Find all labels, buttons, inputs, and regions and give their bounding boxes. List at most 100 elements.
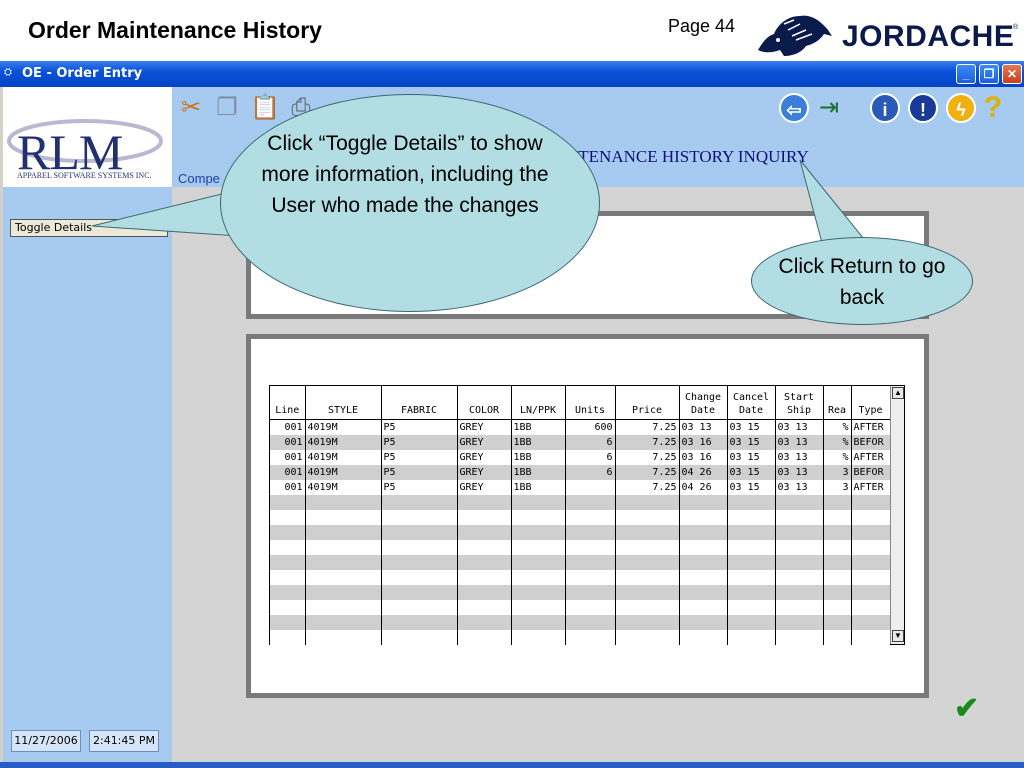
table-cell [457,584,512,600]
table-cell: 001 [270,419,306,435]
restore-button[interactable]: ❐ [979,64,999,84]
empty-table-row[interactable] [270,539,891,555]
table-cell: % [823,434,852,450]
window-bottom-border [0,762,1024,768]
table-cell [823,599,852,615]
table-cell: 03 16 [679,449,728,465]
app-icon: ⛭ [4,67,12,78]
table-cell [511,599,566,615]
brand-logo-text: JORDACHE [842,20,1015,53]
table-cell: GREY [457,479,512,495]
table-cell: 1BB [511,464,566,480]
registered-mark: ® [1013,24,1019,31]
empty-table-row[interactable] [270,599,891,615]
accept-checkmark-icon[interactable]: ✔ [954,691,979,726]
table-cell: 03 15 [727,479,776,495]
empty-table-row[interactable] [270,524,891,540]
scroll-down-button[interactable]: ▼ [892,630,904,642]
table-cell [775,599,824,615]
table-cell: P5 [381,434,458,450]
rlm-logo: RLM APPAREL SOFTWARE SYSTEMS INC. [3,87,172,187]
table-cell: 4019M [305,464,382,480]
column-header[interactable]: LN/PPK [511,386,566,420]
empty-table-row[interactable] [270,554,891,570]
column-header[interactable]: Type [851,386,891,420]
table-row[interactable]: 001 4019M P5 GREY 1BB 6 7.25 03 16 03 15 03 13% BE… [270,434,891,450]
table-row[interactable]: 001 4019M P5 GREY 1BB 7.25 04 26 03 15 03 13 3 AFT… [270,479,891,495]
table-cell [305,614,382,630]
help-icon[interactable]: ? [978,93,1008,123]
copy-icon[interactable]: ❐ [212,93,242,123]
empty-table-row[interactable] [270,509,891,525]
column-header-line2: Date [690,404,716,416]
toggle-details-button[interactable]: Toggle Details [10,219,168,237]
table-cell [305,509,382,525]
empty-table-row[interactable] [270,494,891,510]
column-header[interactable]: Line [270,386,306,420]
table-cell: 03 13 [775,434,824,450]
column-header-line2: Price [631,404,663,416]
table-cell: 04 26 [679,464,728,480]
table-cell [381,494,458,510]
scissors-icon[interactable]: ✂ [176,93,206,123]
alert-icon[interactable]: ! [908,93,938,123]
table-cell [270,584,306,600]
table-cell: 7.25 [615,464,680,480]
table-cell [679,584,728,600]
empty-table-row[interactable] [270,584,891,600]
column-header[interactable]: STYLE [305,386,382,420]
paste-icon[interactable]: 📋 [250,93,280,123]
scroll-up-button[interactable]: ▲ [892,387,904,399]
table-cell [823,524,852,540]
table-row[interactable]: 001 4019M P5 GREY 1BB 6 7.25 04 26 03 15 03 13 3 BE… [270,464,891,480]
column-header[interactable]: COLOR [457,386,512,420]
history-grid[interactable]: Line STYLE FABRIC COLOR LN/PPK Units Price Chan… [269,385,905,645]
table-cell: 1BB [511,434,566,450]
table-row[interactable]: 001 4019M P5 GREY 1BB 6 7.25 03 16 03 15 03 13% AF… [270,449,891,465]
table-cell [851,554,891,570]
close-button[interactable]: ✕ [1002,64,1022,84]
table-cell [775,614,824,630]
lightning-icon[interactable]: ϟ [946,93,976,123]
table-cell: 03 13 [775,419,824,435]
history-table: Line STYLE FABRIC COLOR LN/PPK Units Price Chan… [270,386,891,645]
table-cell: 3 [823,464,852,480]
table-cell [823,584,852,600]
column-header[interactable]: Start Ship [775,386,824,420]
exit-icon[interactable]: ⇥ [814,93,844,123]
table-cell [565,539,616,555]
table-cell: 1BB [511,479,566,495]
table-cell: AFTER [851,479,891,495]
column-header[interactable]: Price [615,386,680,420]
grid-scrollbar[interactable]: ▲ ▼ [890,386,904,644]
table-cell [823,509,852,525]
table-cell [679,629,728,645]
empty-table-row[interactable] [270,569,891,585]
column-header-line2: Units [574,404,606,416]
column-header[interactable]: FABRIC [381,386,458,420]
table-cell: 1BB [511,419,566,435]
table-cell [727,524,776,540]
column-header[interactable]: Rea [823,386,852,420]
column-header[interactable]: Units [565,386,616,420]
table-cell: 03 16 [679,434,728,450]
table-row[interactable]: 001 4019M P5 GREY 1BB 600 7.25 03 13 03 15 03 13%… [270,419,891,435]
empty-table-row[interactable] [270,629,891,645]
table-cell: 6 [565,464,616,480]
column-header-line1: Change [684,391,722,403]
info-icon[interactable]: i [870,93,900,123]
column-header-line2: Ship [786,404,812,416]
empty-table-row[interactable] [270,614,891,630]
table-cell [727,599,776,615]
table-cell [679,599,728,615]
table-cell [615,524,680,540]
minimize-button[interactable]: _ [956,64,976,84]
column-header[interactable]: Change Date [679,386,728,420]
table-cell [775,509,824,525]
column-header[interactable]: Cancel Date [727,386,776,420]
return-icon[interactable]: ⇦ [779,93,809,123]
table-cell [565,614,616,630]
table-cell [270,524,306,540]
window-titlebar[interactable]: ⛭ OE - Order Entry _ ❐ ✕ [0,61,1024,87]
table-cell [679,569,728,585]
